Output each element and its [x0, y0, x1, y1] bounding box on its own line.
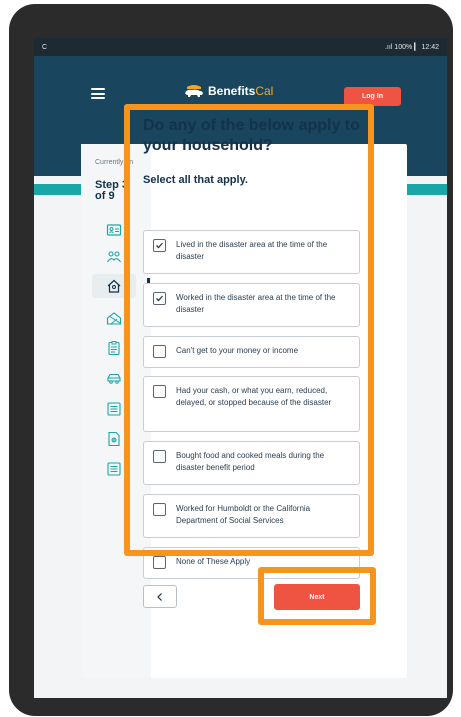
list-icon[interactable] [106, 401, 122, 417]
clipboard-icon[interactable] [106, 340, 122, 356]
highlight-box-question [124, 104, 374, 556]
back-button[interactable] [143, 585, 177, 608]
summary-icon[interactable] [106, 461, 122, 477]
checkbox[interactable] [153, 556, 166, 569]
status-bar: С .ııl 100% ▎ 12:42 [34, 38, 447, 56]
logo[interactable]: BenefitsCal [184, 84, 273, 98]
status-right: .ııl 100% ▎ 12:42 [384, 44, 439, 51]
id-card-icon[interactable] [106, 222, 122, 238]
chevron-left-icon [157, 592, 162, 601]
car-icon[interactable] [106, 370, 122, 386]
menu-icon[interactable] [91, 88, 105, 99]
highlight-box-next [258, 567, 376, 625]
bear-icon [185, 85, 203, 97]
disaster-icon[interactable] [106, 310, 122, 326]
house-icon [107, 279, 121, 293]
document-icon[interactable] [106, 431, 122, 447]
people-icon[interactable] [106, 249, 122, 265]
logo-text: BenefitsCal [208, 84, 274, 98]
status-left: С [42, 43, 48, 51]
